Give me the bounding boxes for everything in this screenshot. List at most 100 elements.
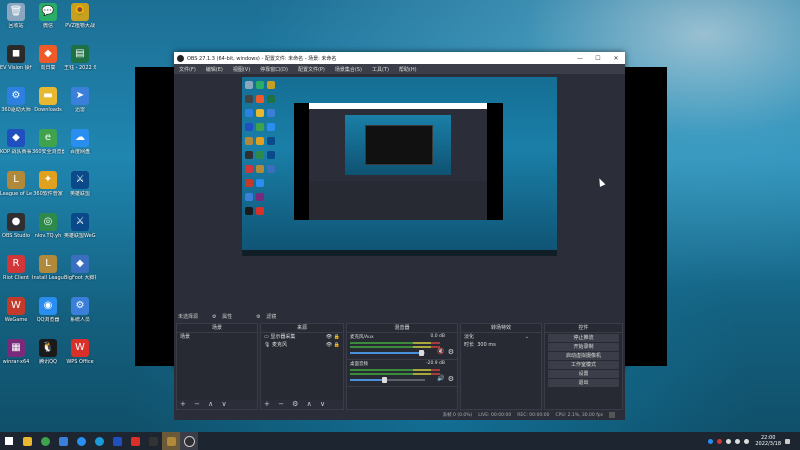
notification-icon[interactable]: [785, 438, 790, 444]
windows-start-icon[interactable]: [0, 432, 18, 450]
desktop-shortcut[interactable]: 🌻 PVZ植物大战: [64, 3, 96, 29]
desktop-shortcut[interactable]: ◆ BigFoot 大脚插件: [64, 255, 96, 281]
wps-icon[interactable]: [126, 432, 144, 450]
stop-streaming-button[interactable]: 停止推流: [548, 334, 619, 342]
preview-area: [174, 74, 625, 311]
desktop-shortcut[interactable]: ⚔ 英雄联盟WeGame版: [64, 213, 96, 239]
desktop-shortcut[interactable]: ▦ winrar-x64: [0, 339, 32, 365]
desktop-shortcut[interactable]: ◼ EV Vision 操作控制: [0, 45, 32, 71]
desktop-shortcut[interactable]: ◆ KOP 战队赛事直播: [0, 129, 32, 155]
desktop-shortcut-label: OBS Studio: [2, 233, 30, 239]
network-icon[interactable]: [726, 438, 732, 444]
desktop-shortcut[interactable]: 💬 微信: [32, 3, 64, 29]
desktop-shortcut[interactable]: ⚔ 英雄联盟: [64, 171, 96, 197]
lol-taskbar-icon[interactable]: [162, 432, 180, 450]
scene-item[interactable]: 场景: [177, 333, 257, 341]
terminal-icon[interactable]: [144, 432, 162, 450]
taskbar-clock[interactable]: 22:00 2022/3/18: [755, 435, 781, 447]
settings-button[interactable]: 设置: [548, 370, 619, 378]
cloud-icon: ☁: [71, 129, 89, 147]
desktop-shortcut[interactable]: e 360安全浏览器: [32, 129, 64, 155]
desktop-shortcut[interactable]: ◉ QQ浏览器: [32, 297, 64, 323]
desktop-shortcut-label: Downloads: [34, 107, 62, 113]
menu-scene-collection[interactable]: 场景集合(S): [335, 66, 362, 73]
volume-slider-mic[interactable]: [350, 350, 425, 356]
desktop-shortcut[interactable]: 🗑 回收站: [0, 3, 32, 29]
exit-button[interactable]: 退出: [548, 379, 619, 387]
desktop-shortcut[interactable]: ➤ 迅雷: [64, 87, 96, 113]
desktop-shortcut[interactable]: W WPS Office: [64, 339, 96, 365]
menu-edit[interactable]: 编辑(E): [206, 66, 223, 73]
volume-slider-desktop[interactable]: [350, 377, 425, 383]
desktop-shortcut-label: KOP 战队赛事直播: [0, 149, 32, 155]
desktop-shortcut[interactable]: ⚙ 360驱动大师: [0, 87, 32, 113]
desktop-shortcut[interactable]: ● OBS Studio: [0, 213, 32, 239]
desktop-shortcut[interactable]: L League of Legends: [0, 171, 32, 197]
kop-icon[interactable]: [108, 432, 126, 450]
window-title: OBS 27.1.3 (64-bit, windows) - 配置文件: 未命名…: [187, 55, 337, 62]
menu-docks[interactable]: 停靠窗口(D): [260, 66, 288, 73]
sources-footer-controls[interactable]: + − ⚙ ∧ ∨: [261, 400, 343, 409]
speaker-icon[interactable]: 🔊: [437, 376, 444, 382]
desktop-shortcut[interactable]: ✦ 360软件管家: [32, 171, 64, 197]
close-button[interactable]: ✕: [607, 55, 625, 62]
tray-app-icon[interactable]: [717, 438, 723, 444]
studio-mode-button[interactable]: 工作室模式: [548, 361, 619, 369]
ime-icon[interactable]: [744, 438, 750, 444]
gear-icon[interactable]: ⚙: [448, 349, 454, 356]
desktop-shortcut[interactable]: ☁ 百度网盘: [64, 129, 96, 155]
qq-icon: 🐧: [39, 339, 57, 357]
preview-canvas[interactable]: [242, 77, 557, 256]
desktop-shortcut-label: 回收站: [8, 23, 24, 29]
desktop-shortcut-label: WPS Office: [66, 359, 94, 365]
desktop-shortcut[interactable]: ◎ nlov.TQ.yh: [32, 213, 64, 239]
tray-app-icon[interactable]: [708, 438, 714, 444]
desktop-shortcut[interactable]: R Riot Client: [0, 255, 32, 281]
browser-icon: e: [39, 129, 57, 147]
edge-icon[interactable]: [90, 432, 108, 450]
volume-icon[interactable]: [735, 438, 741, 444]
obs-taskbar-icon[interactable]: [180, 432, 198, 450]
properties-button[interactable]: ⚙ 属性: [212, 313, 242, 320]
mixer-track-db: 0.0 dB: [430, 334, 445, 339]
desktop-shortcut[interactable]: 🐧 腾讯QQ: [32, 339, 64, 365]
start-virtual-camera-button[interactable]: 启动虚拟摄像机: [548, 352, 619, 360]
desktop-shortcut-label: 360驱动大师: [1, 107, 31, 113]
transition-type-select[interactable]: 淡化 ⌄: [461, 333, 541, 341]
source-item-display-capture[interactable]: ▭ 显示器采集 👁 🔒: [261, 333, 343, 341]
menu-tools[interactable]: 工具(T): [372, 66, 389, 73]
recycle-bin-icon: 🗑: [7, 3, 25, 21]
volume-meter: [350, 342, 440, 344]
desktop-shortcut-label: winrar-x64: [2, 359, 30, 365]
muted-speaker-icon[interactable]: 🔇: [437, 349, 444, 355]
scenes-footer-controls[interactable]: + − ∧ ∨: [177, 400, 257, 409]
installer-icon: L: [39, 255, 57, 273]
desktop-shortcut[interactable]: ◆ 向日葵: [32, 45, 64, 71]
desktop-shortcut[interactable]: ⚙ 系统人员: [64, 297, 96, 323]
minimize-button[interactable]: —: [571, 55, 589, 62]
desktop-shortcut[interactable]: L Install League of ...: [32, 255, 64, 281]
system-icon: ⚙: [71, 297, 89, 315]
maximize-button[interactable]: ☐: [589, 55, 607, 62]
xunlei-icon[interactable]: [54, 432, 72, 450]
source-item-microphone[interactable]: 🎙 麦克风 👁 🔒: [261, 341, 343, 349]
desktop-shortcut[interactable]: ▬ Downloads: [32, 87, 64, 113]
kop-icon: ◆: [7, 129, 25, 147]
menu-view[interactable]: 视图(V): [233, 66, 250, 73]
file-explorer-icon[interactable]: [18, 432, 36, 450]
desktop-shortcut-label: Riot Client: [3, 275, 29, 281]
filters-button[interactable]: ⚙ 滤镜: [256, 313, 286, 320]
preview-nested-projector: [294, 103, 503, 220]
gear-icon[interactable]: ⚙: [448, 376, 454, 383]
menu-file[interactable]: 文件(F): [179, 66, 196, 73]
menu-help[interactable]: 帮助(H): [399, 66, 417, 73]
start-recording-button[interactable]: 开始录制: [548, 343, 619, 351]
qq-browser-icon[interactable]: [72, 432, 90, 450]
browser-icon[interactable]: [36, 432, 54, 450]
menu-profile[interactable]: 配置文件(P): [298, 66, 325, 73]
transition-duration[interactable]: 时长 300 ms: [461, 341, 541, 349]
desktop-shortcut[interactable]: ▤ 王钰 - 2022 年度: [64, 45, 96, 71]
title-bar[interactable]: OBS 27.1.3 (64-bit, windows) - 配置文件: 未命名…: [174, 52, 625, 64]
obs-icon: ●: [7, 213, 25, 231]
desktop-shortcut[interactable]: W WeGame: [0, 297, 32, 323]
